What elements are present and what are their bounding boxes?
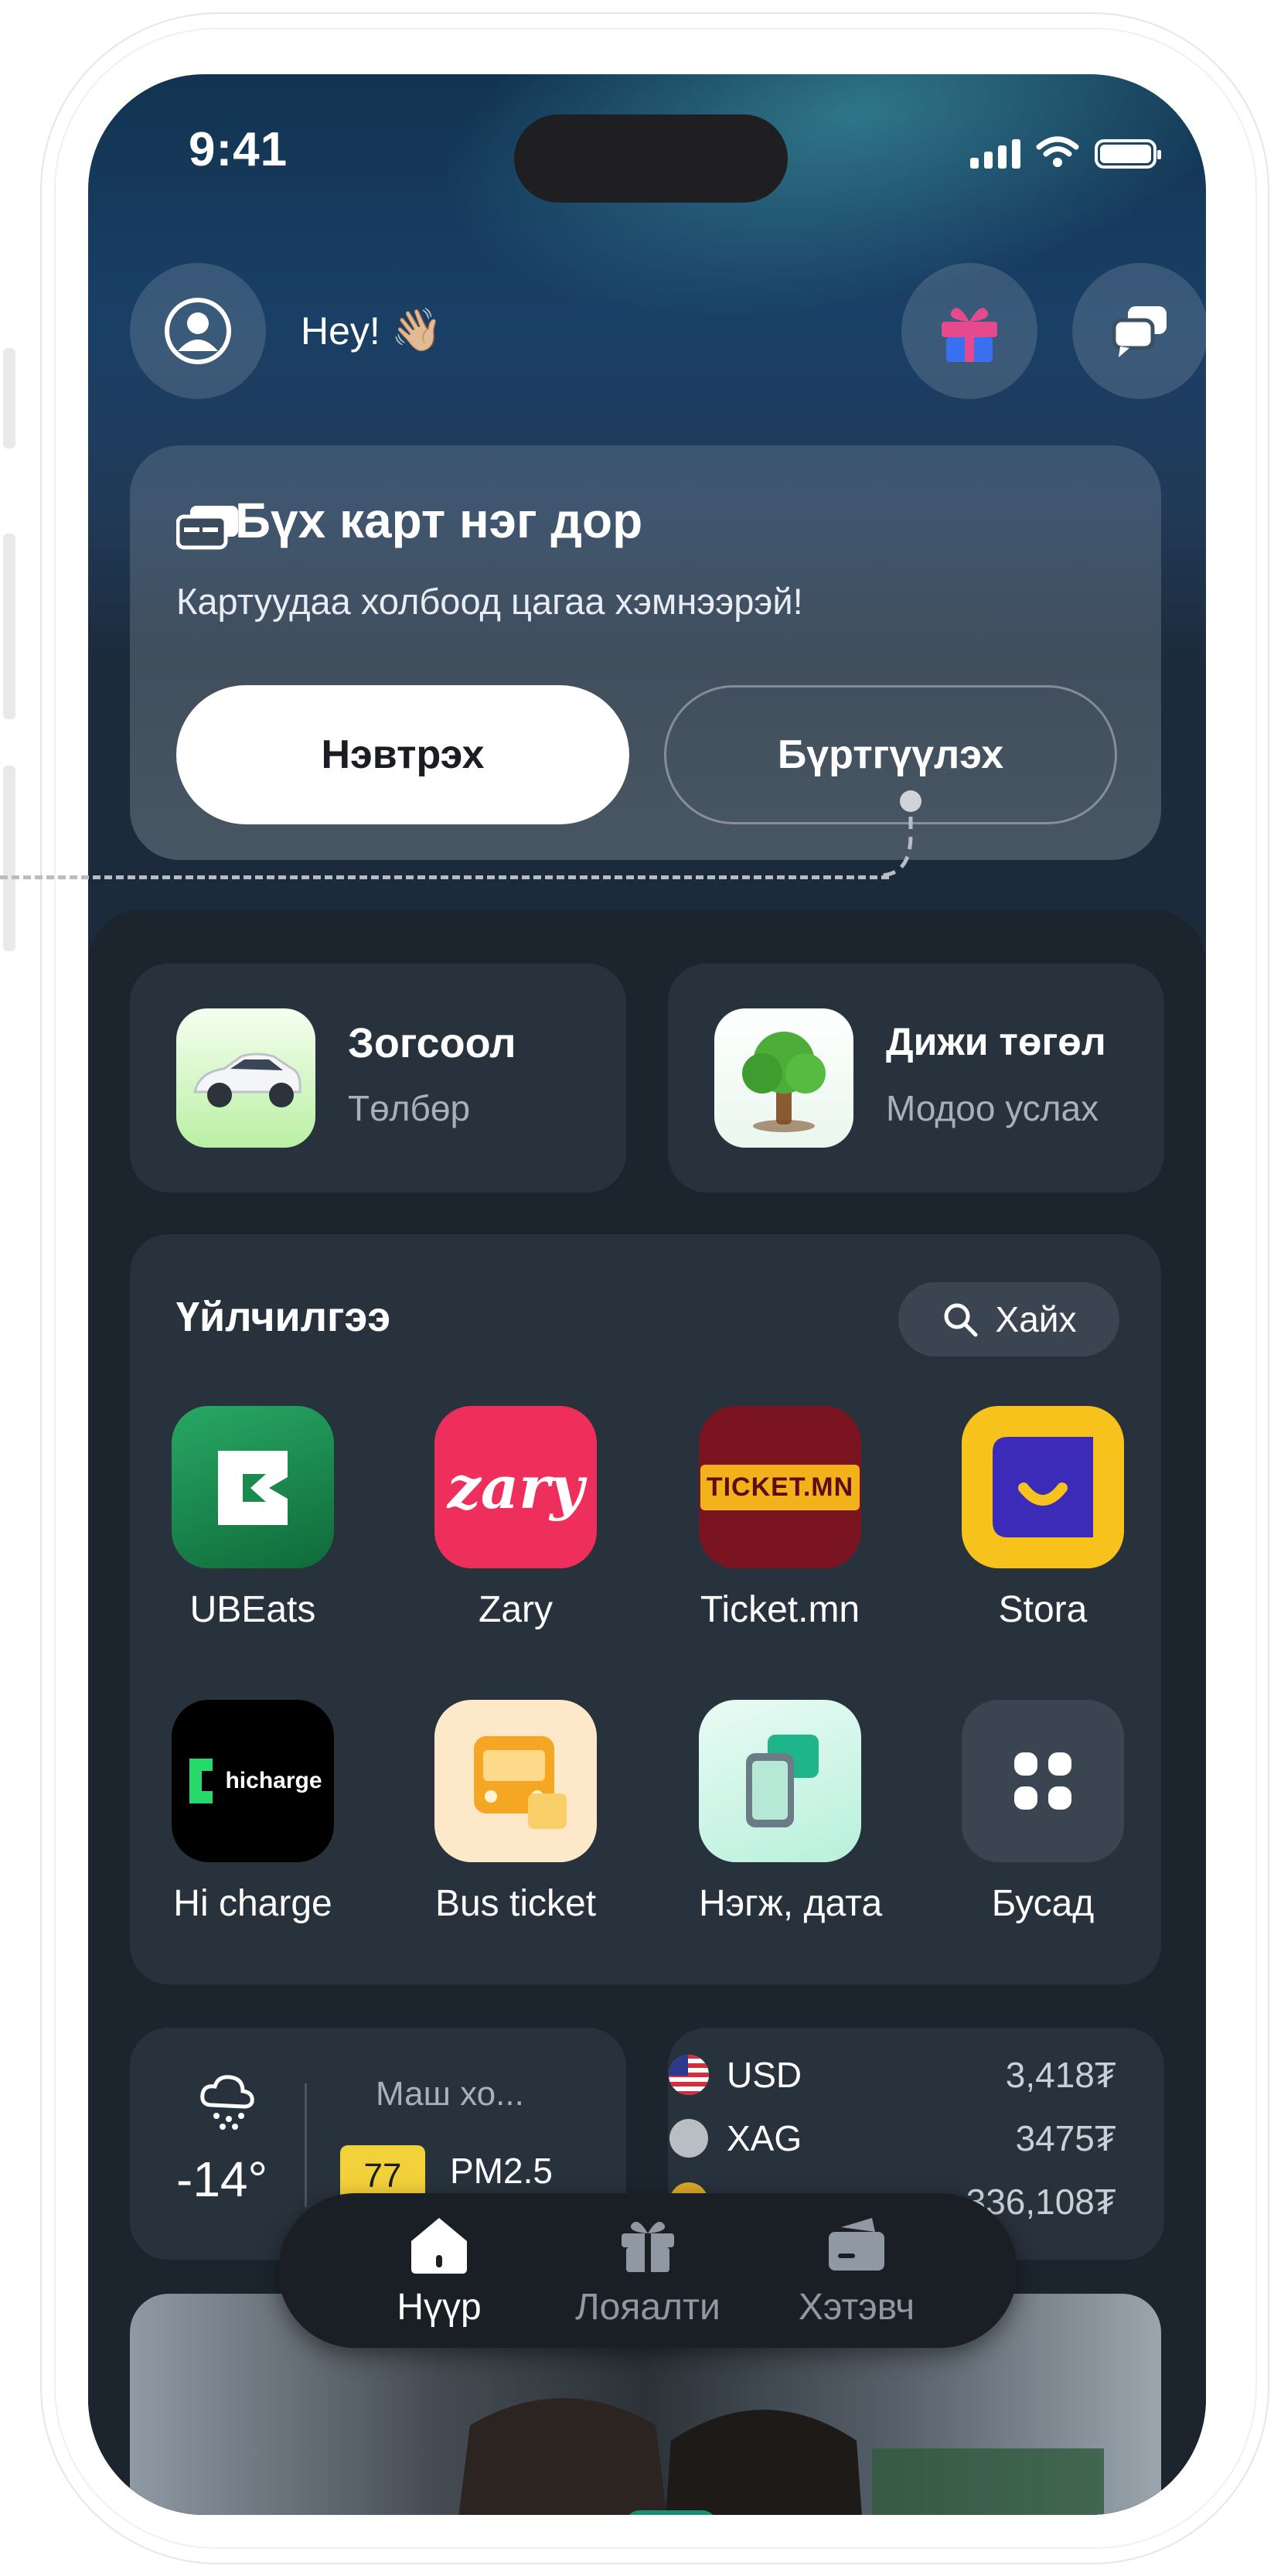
side-button (3, 348, 15, 449)
greeting-text: Hey! (301, 309, 380, 353)
silver-coin-icon (669, 2119, 708, 2158)
annotation-dashed-line (0, 875, 889, 879)
tab-label: Хэтэвч (798, 2286, 915, 2328)
profile-button[interactable] (130, 263, 266, 399)
app-label: Bus ticket (434, 1883, 597, 1924)
app-label: UBEats (189, 1589, 316, 1630)
app-ticket[interactable]: TICKET.MN Ticket.mn (699, 1406, 861, 1631)
bus-icon (434, 1700, 597, 1862)
app-stora[interactable]: Stora (962, 1406, 1124, 1631)
zary-icon: zary (434, 1406, 597, 1568)
phone-screen: 9:41 Hey! 👋🏼 Бүх карт нэг дор Картуудаа … (88, 74, 1206, 2515)
app-label: Бусад (991, 1883, 1095, 1924)
search-icon (944, 1303, 978, 1337)
currency-code: XAG (727, 2118, 802, 2158)
app-label: Ticket.mn (700, 1589, 860, 1630)
car-icon (176, 1008, 315, 1148)
greeting: Hey! 👋🏼 (301, 306, 443, 355)
hicharge-logo-text: hicharge (225, 1768, 322, 1793)
card-promo-subtitle: Картуудаа холбоод цагаа хэмнээрэй! (176, 581, 803, 622)
currency-value: 3,418₮ (1005, 2055, 1116, 2095)
currency-code: USD (727, 2055, 802, 2095)
side-button (3, 766, 15, 951)
app-label: Нэгж, дата (699, 1883, 883, 1924)
tab-label: Нүүр (397, 2286, 482, 2328)
app-label: Zary (479, 1589, 553, 1630)
quick-action-digi-grove[interactable]: Дижи төгөл Модоо услах (668, 964, 1164, 1192)
app-ubeats[interactable]: UBEats (172, 1406, 334, 1631)
chat-icon (1112, 306, 1167, 357)
aqi-label: PM2.5 (450, 2151, 553, 2191)
status-time: 9:41 (189, 123, 288, 176)
grid-icon (962, 1700, 1124, 1862)
wallet-icon (829, 2217, 884, 2271)
cards-icon (176, 506, 238, 550)
tab-loyalty[interactable]: Лояалти (543, 2193, 752, 2348)
app-zary[interactable]: zary Zary (434, 1406, 597, 1631)
app-hicharge[interactable]: hicharge Hi charge (172, 1700, 334, 1925)
quick-action-parking[interactable]: Зогсоол Төлбөр (130, 964, 626, 1192)
app-label: Stora (998, 1589, 1088, 1630)
weather-temperature: -14° (176, 2151, 268, 2207)
card-promo-title: Бүх карт нэг дор (235, 493, 643, 548)
weather-divider (305, 2083, 307, 2207)
gift-icon (622, 2221, 674, 2272)
tab-label: Лояалти (575, 2286, 720, 2328)
search-label: Хайх (995, 1299, 1077, 1339)
currency-value: 3475₮ (1015, 2118, 1116, 2158)
user-icon (165, 298, 231, 364)
bottom-tab-bar: Нүүр Лояалти Хэтэвч (278, 2193, 1017, 2348)
services-title: Үйлчилгээ (176, 1294, 391, 1340)
side-button (3, 534, 15, 719)
app-more[interactable]: Бусад (962, 1700, 1124, 1925)
quick-action-subtitle: Модоо услах (886, 1088, 1099, 1128)
status-icons (970, 136, 1161, 169)
currency-row: XAG 3475₮ (668, 2117, 1116, 2159)
tree-icon (714, 1008, 853, 1148)
ticket-icon: TICKET.MN (699, 1406, 861, 1568)
ubeats-icon (172, 1406, 334, 1568)
gift-icon (942, 308, 997, 362)
quick-action-subtitle: Төлбөр (348, 1088, 471, 1128)
dynamic-island (514, 114, 788, 203)
sim-icon (699, 1700, 861, 1862)
ticket-logo-text: TICKET.MN (700, 1464, 860, 1510)
quick-action-title: Дижи төгөл (886, 1020, 1106, 1063)
us-flag-icon (669, 2055, 709, 2095)
gift-button[interactable] (901, 263, 1037, 399)
stora-icon (962, 1406, 1124, 1568)
app-label: Hi charge (173, 1883, 332, 1924)
services-search-button[interactable]: Хайх (898, 1282, 1119, 1356)
home-icon (411, 2217, 467, 2274)
weather-status: Маш хо... (376, 2075, 524, 2113)
battery-icon (1095, 139, 1161, 169)
chat-button[interactable] (1072, 263, 1206, 399)
wifi-icon (1036, 136, 1079, 167)
tab-home[interactable]: Нүүр (335, 2193, 543, 2348)
tab-wallet[interactable]: Хэтэвч (752, 2193, 961, 2348)
login-button[interactable]: Нэвтрэх (176, 685, 629, 824)
annotation-connector (881, 790, 921, 878)
wave-emoji: 👋🏼 (390, 307, 443, 353)
app-bus-ticket[interactable]: Bus ticket (434, 1700, 597, 1925)
zary-logo-text: zary (447, 1452, 584, 1522)
snow-cloud-icon (200, 2075, 254, 2130)
hicharge-icon: hicharge (172, 1700, 334, 1862)
quick-action-title: Зогсоол (348, 1020, 516, 1066)
signal-icon (970, 139, 1020, 169)
app-units-data[interactable]: Нэгж, дата (699, 1700, 883, 1925)
currency-row: USD 3,418₮ (668, 2054, 1116, 2096)
